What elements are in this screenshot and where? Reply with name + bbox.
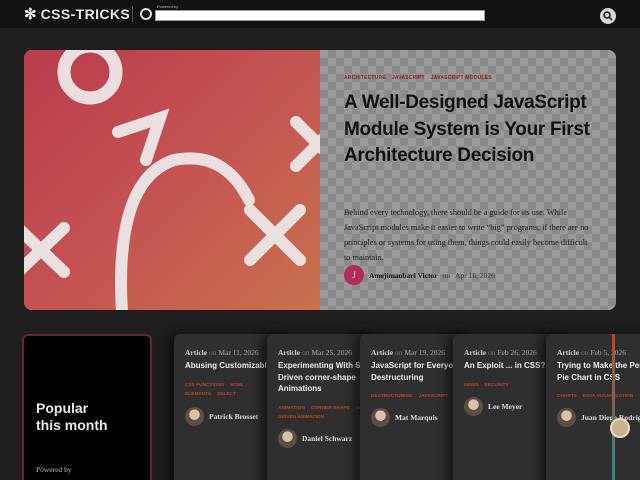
article-tags: Charts Data Visualization (557, 392, 640, 401)
avatar[interactable] (278, 429, 297, 448)
date-prefix: on (442, 270, 451, 280)
search-input[interactable] (155, 10, 485, 21)
article-meta: Article on Mar 11, 2026 (185, 348, 259, 357)
tag-link[interactable]: Security (484, 383, 508, 388)
article-type: Article (278, 348, 301, 357)
author-link[interactable]: Juan Diego Rodríguez (581, 413, 640, 422)
sponsor-logo-icon[interactable] (140, 8, 152, 20)
article-type: Article (185, 348, 208, 357)
article-date: Feb 5, 2026 (590, 348, 626, 357)
author-link[interactable]: Mat Marquis (395, 413, 438, 422)
article-author: Patrick Brosset (185, 407, 258, 426)
avatar[interactable]: J (344, 265, 364, 285)
avatar[interactable] (557, 408, 576, 427)
author-link[interactable]: Daniel Schwarz (302, 434, 352, 443)
publish-date: Apr 16, 2026 (455, 270, 495, 280)
site-logo[interactable]: ✻ CSS-TRICKS (24, 5, 130, 23)
article-meta: Article on Feb 5, 2026 (557, 348, 626, 357)
date-prefix: on (394, 348, 403, 357)
tag-link[interactable]: Destructuring (371, 394, 413, 399)
popular-this-month-card: Popular this month Powered by (22, 334, 152, 480)
date-prefix: on (580, 348, 589, 357)
featured-article[interactable]: Architecture JavaScript JavaScript Modul… (24, 50, 616, 310)
article-title[interactable]: Trying to Make the Perfect Pie Chart in … (557, 360, 640, 383)
tag-link[interactable]: CSS Functions (185, 383, 224, 388)
article-meta: Article on Mar 25, 2026 (278, 348, 352, 357)
author-link[interactable]: Patrick Brosset (209, 412, 258, 421)
carousel-edge-accent (612, 334, 615, 480)
date-prefix: on (487, 348, 496, 357)
tag-link[interactable]: JavaScript (419, 394, 449, 399)
date-prefix: on (301, 348, 310, 357)
playbook-diagram-icon (24, 50, 346, 310)
author-link[interactable]: Amejimaobari Victor (369, 271, 438, 280)
author-link[interactable]: Lee Meyer (488, 402, 522, 411)
popular-powered-label: Powered by (36, 465, 72, 474)
article-type: Article (371, 348, 394, 357)
tag-link[interactable]: JavaScript Modules (431, 75, 492, 81)
tag-link[interactable]: Architecture (344, 75, 386, 81)
article-meta: Article on Feb 26, 2026 (464, 348, 537, 357)
featured-article-title[interactable]: A Well-Designed JavaScript Module System… (344, 90, 594, 170)
article-author: Lee Meyer (464, 397, 522, 416)
tag-link[interactable]: News (464, 383, 478, 388)
tag-link[interactable]: Select (217, 392, 236, 397)
article-meta: Article on Mar 19, 2026 (371, 348, 445, 357)
tag-link[interactable]: Charts (557, 394, 577, 399)
tag-link[interactable]: Animation (278, 406, 305, 411)
featured-tags: Architecture JavaScript JavaScript Modul… (344, 75, 492, 81)
site-header: ✻ CSS-TRICKS Powered by (0, 0, 640, 28)
asterisk-icon: ✻ (24, 5, 37, 23)
article-date: Mar 19, 2026 (404, 348, 445, 357)
article-author: Daniel Schwarz (278, 429, 352, 448)
article-type: Article (464, 348, 487, 357)
avatar[interactable] (371, 408, 390, 427)
sponsor-label: Powered by (157, 4, 179, 9)
date-prefix: on (208, 348, 217, 357)
featured-article-byline: J Amejimaobari Victor on Apr 16, 2026 (344, 265, 495, 285)
article-date: Mar 11, 2026 (218, 348, 259, 357)
floating-avatar-button[interactable] (610, 418, 630, 438)
logo-text: CSS-TRICKS (40, 6, 131, 22)
header-divider (132, 6, 133, 22)
article-author: Mat Marquis (371, 408, 438, 427)
search-button[interactable] (600, 8, 616, 24)
tag-link[interactable]: JavaScript (392, 75, 425, 81)
featured-article-illustration (24, 50, 346, 310)
avatar[interactable] (185, 407, 204, 426)
tag-link[interactable]: Corner-Shape (311, 406, 350, 411)
article-date: Feb 26, 2026 (497, 348, 537, 357)
article-date: Mar 25, 2026 (311, 348, 352, 357)
featured-article-panel: Architecture JavaScript JavaScript Modul… (320, 50, 616, 310)
article-card[interactable]: Article on Feb 5, 2026 Trying to Make th… (546, 334, 640, 480)
popular-title: Popular this month (36, 400, 108, 433)
tag-link[interactable]: Data Visualization (583, 394, 633, 399)
article-type: Article (557, 348, 580, 357)
featured-article-excerpt: Behind every technology, there should be… (344, 208, 589, 262)
avatar[interactable] (464, 397, 483, 416)
search-icon (603, 11, 613, 21)
